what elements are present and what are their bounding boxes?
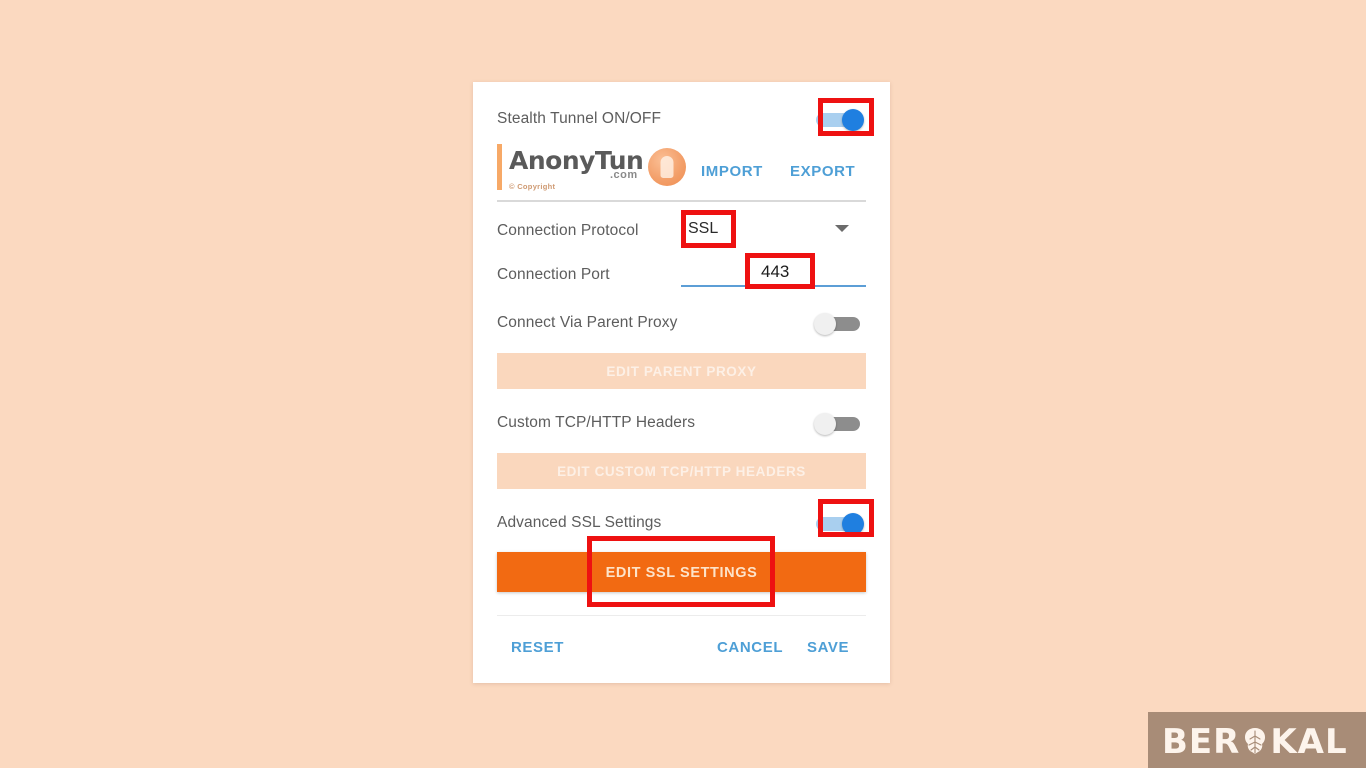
- custom-headers-row: Custom TCP/HTTP Headers: [473, 410, 890, 440]
- parent-proxy-row: Connect Via Parent Proxy: [473, 310, 890, 340]
- anonytun-shield-icon: [648, 148, 686, 186]
- custom-headers-toggle[interactable]: [814, 413, 866, 435]
- edit-custom-headers-button[interactable]: EDIT CUSTOM TCP/HTTP HEADERS: [497, 453, 866, 489]
- toggle-thumb: [842, 109, 864, 131]
- save-button[interactable]: SAVE: [807, 639, 849, 656]
- edit-ssl-settings-button[interactable]: EDIT SSL SETTINGS: [497, 552, 866, 592]
- export-button[interactable]: EXPORT: [790, 163, 855, 180]
- logo-accent-bar: [497, 144, 502, 190]
- brain-icon: [1241, 725, 1269, 755]
- footer-divider: [497, 615, 866, 616]
- reset-button[interactable]: RESET: [511, 639, 564, 656]
- chevron-down-icon[interactable]: [835, 225, 849, 232]
- stealth-tunnel-label: Stealth Tunnel ON/OFF: [497, 110, 662, 127]
- logo-divider: [497, 200, 866, 202]
- parent-proxy-label: Connect Via Parent Proxy: [497, 314, 678, 331]
- advanced-ssl-row: Advanced SSL Settings: [473, 510, 890, 540]
- connection-port-input[interactable]: 443: [761, 262, 789, 282]
- connection-protocol-value[interactable]: SSL: [688, 220, 718, 238]
- parent-proxy-toggle[interactable]: [814, 313, 866, 335]
- toggle-thumb: [842, 513, 864, 535]
- cancel-button[interactable]: CANCEL: [717, 639, 783, 656]
- logo-copyright: © Copyright: [509, 182, 556, 191]
- watermark-text: BER KAL: [1162, 720, 1348, 762]
- connection-port-label: Connection Port: [497, 266, 610, 283]
- toggle-thumb: [814, 413, 836, 435]
- anonytun-settings-card: Stealth Tunnel ON/OFF AnonyTun .com © Co…: [473, 82, 890, 683]
- stealth-tunnel-row: Stealth Tunnel ON/OFF: [473, 106, 890, 136]
- berakal-watermark: BER KAL: [1148, 712, 1366, 768]
- connection-port-underline: [681, 285, 866, 287]
- watermark-text-after: KAL: [1270, 721, 1348, 762]
- custom-headers-label: Custom TCP/HTTP Headers: [497, 414, 696, 431]
- connection-protocol-row[interactable]: Connection Protocol: [473, 218, 890, 248]
- connection-protocol-label: Connection Protocol: [497, 222, 639, 239]
- logo-domain: .com: [610, 169, 638, 181]
- stealth-tunnel-toggle[interactable]: [814, 109, 866, 131]
- edit-parent-proxy-button[interactable]: EDIT PARENT PROXY: [497, 353, 866, 389]
- connection-port-row: Connection Port: [473, 262, 890, 292]
- import-button[interactable]: IMPORT: [701, 163, 763, 180]
- advanced-ssl-toggle[interactable]: [814, 513, 866, 535]
- toggle-thumb: [814, 313, 836, 335]
- watermark-text-before: BER: [1162, 721, 1241, 762]
- advanced-ssl-label: Advanced SSL Settings: [497, 514, 662, 531]
- shield-glyph: [660, 156, 674, 178]
